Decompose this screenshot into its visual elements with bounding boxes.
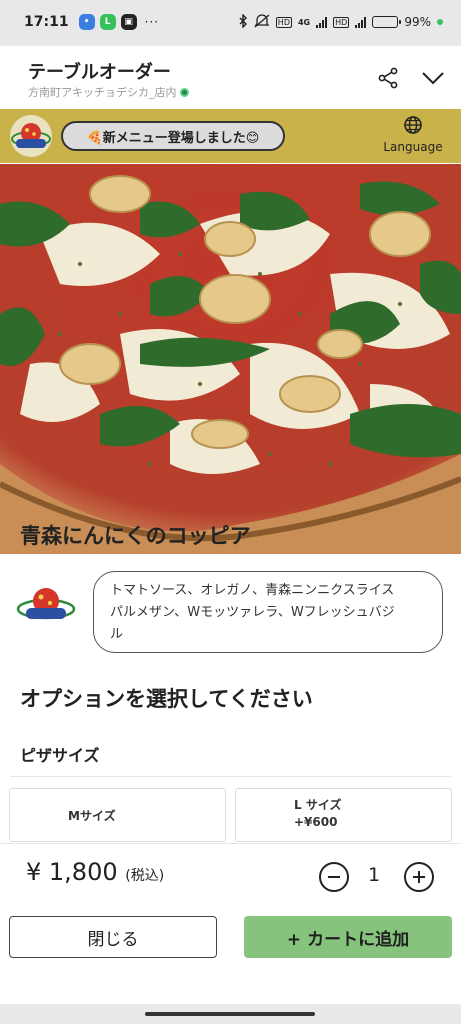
- total-price: ¥ 1,800 (税込): [26, 858, 165, 886]
- store-logo: [10, 115, 52, 157]
- home-gesture-handle[interactable]: [145, 1012, 315, 1016]
- app-header: テーブルオーダー 方南町アキッチョデシカ_店内: [0, 46, 461, 108]
- share-button[interactable]: [376, 66, 400, 90]
- page-title: テーブルオーダー: [28, 62, 171, 83]
- product-sheet: テーブルオーダー 方南町アキッチョデシカ_店内 🍕新メニュー登場しました😊 La…: [0, 46, 461, 1004]
- system-nav-bar: [0, 1004, 461, 1024]
- share-icon: [378, 67, 398, 89]
- hd-badge-2: HD: [333, 16, 350, 28]
- description-line: トマトソース、オレガノ、青森ニンニクスライス: [110, 583, 395, 598]
- product-brand-logo: [16, 583, 76, 627]
- divider: [10, 776, 451, 777]
- collapse-button[interactable]: [420, 66, 446, 90]
- product-description: トマトソース、オレガノ、青森ニンニクスライス パルメザン、Wモッツァレラ、Wフレ…: [93, 571, 443, 653]
- store-status-icon: [179, 87, 189, 97]
- more-notifications-icon: ···: [144, 15, 160, 29]
- language-label: Language: [383, 140, 443, 154]
- battery-icon: [372, 16, 402, 28]
- option-group-label: ピザサイズ: [20, 746, 100, 765]
- news-pill[interactable]: 🍕新メニュー登場しました😊: [61, 121, 285, 151]
- status-bar: 17:11 • L ▣ ··· HD 4G HD 99%: [0, 0, 461, 44]
- app-notification-icon: ▣: [120, 14, 137, 30]
- line-notification-icon: L: [99, 14, 116, 30]
- divider: [0, 843, 461, 844]
- hd-badge-1: HD: [275, 16, 292, 28]
- option-label: Mサイズ: [68, 808, 116, 823]
- decrease-quantity-button[interactable]: [319, 862, 349, 892]
- increase-quantity-button[interactable]: [404, 862, 434, 892]
- messenger-notification-icon: •: [78, 14, 95, 30]
- language-button[interactable]: Language: [378, 115, 448, 159]
- minus-circle-icon: [328, 876, 340, 878]
- option-label: L サイズ: [294, 798, 342, 812]
- signal-icon-1: [316, 16, 328, 28]
- privacy-dot: [437, 19, 443, 25]
- option-l-size[interactable]: L サイズ +¥600: [235, 788, 452, 842]
- bluetooth-icon: [238, 12, 248, 31]
- mute-icon: [254, 13, 270, 31]
- add-to-cart-button[interactable]: + カートに追加: [244, 916, 452, 958]
- close-button[interactable]: 閉じる: [9, 916, 217, 958]
- signal-icon-2: [355, 16, 367, 28]
- store-banner: 🍕新メニュー登場しました😊 Language: [0, 109, 461, 163]
- options-heading: オプションを選択してください: [20, 687, 313, 711]
- net-type: 4G: [297, 17, 311, 27]
- plus-circle-icon: [413, 871, 425, 883]
- product-name: 青森にんにくのコッピア: [20, 524, 251, 548]
- description-line: ル: [110, 627, 124, 642]
- option-m-size[interactable]: Mサイズ: [9, 788, 226, 842]
- quantity-value: 1: [368, 864, 381, 886]
- battery-level: 99%: [404, 15, 431, 29]
- description-line: パルメザン、Wモッツァレラ、Wフレッシュバジ: [110, 605, 395, 620]
- option-price: +¥600: [294, 815, 338, 829]
- tax-note: (税込): [125, 868, 165, 884]
- chevron-down-icon: [422, 72, 444, 85]
- store-name: 方南町アキッチョデシカ_店内: [28, 84, 189, 100]
- globe-icon: [404, 116, 422, 134]
- status-time: 17:11: [24, 14, 69, 30]
- status-indicators: HD 4G HD 99%: [238, 12, 443, 31]
- product-image: [0, 164, 461, 554]
